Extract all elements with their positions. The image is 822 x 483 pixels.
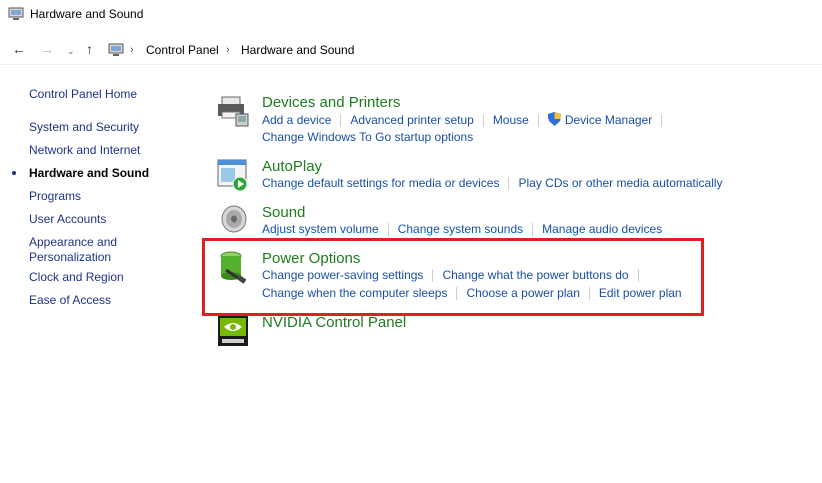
- nvidia-icon[interactable]: [216, 314, 250, 348]
- sidebar-item-programs[interactable]: Programs: [29, 189, 81, 204]
- chevron-right-icon[interactable]: ›: [130, 44, 134, 56]
- sidebar-item-ease-of-access[interactable]: Ease of Access: [29, 293, 111, 308]
- sidebar-item-network-internet[interactable]: Network and Internet: [29, 143, 140, 158]
- window-title: Hardware and Sound: [30, 7, 144, 21]
- autoplay-icon[interactable]: [216, 158, 250, 192]
- separator: [508, 177, 510, 191]
- recent-locations-chevron-icon[interactable]: ⌄: [67, 44, 75, 58]
- play-cds-automatically-link[interactable]: Play CDs or other media automatically: [518, 176, 722, 190]
- sidebar-item-system-security[interactable]: System and Security: [29, 120, 139, 135]
- sound-heading[interactable]: Sound: [262, 204, 305, 221]
- divider: [0, 64, 822, 65]
- mouse-link[interactable]: Mouse: [493, 113, 529, 127]
- device-manager-link[interactable]: Device Manager: [565, 113, 652, 127]
- address-bar[interactable]: › Control Panel › Hardware and Sound: [104, 38, 822, 62]
- printer-icon[interactable]: [216, 94, 250, 128]
- sidebar-item-user-accounts[interactable]: User Accounts: [29, 212, 106, 227]
- title-bar: Hardware and Sound: [0, 0, 822, 30]
- sidebar-item-hardware-sound: Hardware and Sound: [29, 166, 150, 180]
- separator: [532, 223, 534, 237]
- sidebar-item-clock-region[interactable]: Clock and Region: [29, 270, 124, 285]
- adjust-volume-link[interactable]: Adjust system volume: [262, 222, 379, 236]
- devices-printers-heading[interactable]: Devices and Printers: [262, 94, 400, 111]
- control-panel-icon: [8, 7, 24, 20]
- advanced-printer-setup-link[interactable]: Advanced printer setup: [350, 113, 473, 127]
- chevron-right-icon[interactable]: ›: [226, 44, 230, 56]
- control-panel-icon: [108, 43, 124, 56]
- change-system-sounds-link[interactable]: Change system sounds: [398, 222, 523, 236]
- forward-arrow-icon[interactable]: →: [40, 42, 54, 56]
- up-arrow-icon[interactable]: ↑: [86, 42, 93, 56]
- back-arrow-icon[interactable]: ←: [12, 42, 26, 56]
- highlight-box: [202, 238, 704, 316]
- sidebar-item-home[interactable]: Control Panel Home: [29, 87, 137, 102]
- navigation-bar: ← → ⌄ ↑ › Control Panel › Hardware and S…: [0, 36, 822, 64]
- breadcrumb-control-panel[interactable]: Control Panel: [146, 43, 219, 57]
- speaker-icon[interactable]: [216, 204, 250, 238]
- separator: [661, 114, 663, 128]
- separator: [482, 114, 484, 128]
- shield-icon: [547, 112, 561, 126]
- windows-to-go-link[interactable]: Change Windows To Go startup options: [262, 130, 473, 144]
- sidebar-item-appearance[interactable]: Appearance and Personalization: [29, 235, 117, 265]
- breadcrumb-hardware-and-sound[interactable]: Hardware and Sound: [241, 43, 354, 57]
- separator: [340, 114, 342, 128]
- separator: [537, 114, 539, 128]
- autoplay-heading[interactable]: AutoPlay: [262, 158, 322, 175]
- change-default-media-settings-link[interactable]: Change default settings for media or dev…: [262, 176, 499, 190]
- separator: [387, 223, 389, 237]
- current-item-bullet-icon: [12, 171, 16, 175]
- add-device-link[interactable]: Add a device: [262, 113, 331, 127]
- manage-audio-devices-link[interactable]: Manage audio devices: [542, 222, 662, 236]
- nvidia-control-panel-heading[interactable]: NVIDIA Control Panel: [262, 314, 406, 331]
